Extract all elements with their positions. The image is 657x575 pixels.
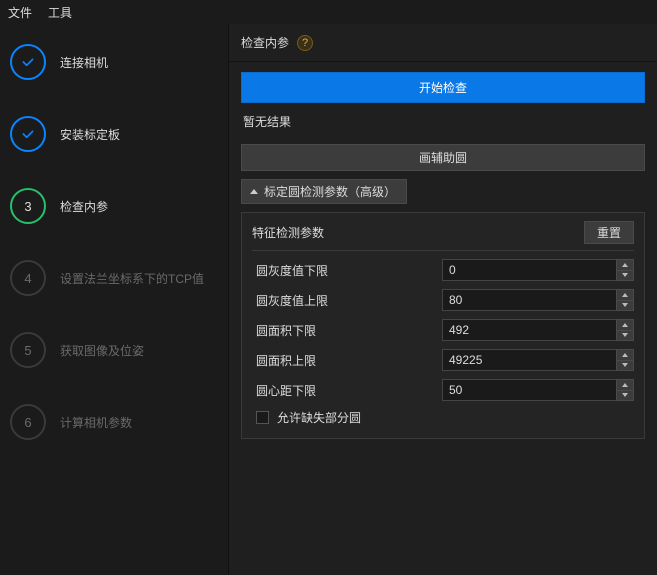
spinner (616, 349, 634, 371)
allow-missing-checkbox[interactable] (256, 411, 269, 424)
step-status-icon: 3 (10, 188, 46, 224)
step-label: 检查内参 (60, 198, 108, 215)
step-status-icon (10, 44, 46, 80)
param-row-area-min: 圆面积下限 (252, 319, 634, 341)
param-input[interactable] (442, 289, 616, 311)
check-icon (20, 126, 36, 142)
param-label: 圆灰度值下限 (252, 262, 432, 279)
step-up-button[interactable] (616, 349, 634, 361)
steps-sidebar: 连接相机 安装标定板 3 检查内参 4 设置法兰坐标系下的TCP值 5 获取图像… (0, 24, 229, 575)
step-set-tcp[interactable]: 4 设置法兰坐标系下的TCP值 (10, 260, 218, 296)
param-input-wrap (442, 259, 634, 281)
step-install-board[interactable]: 安装标定板 (10, 116, 218, 152)
step-capture[interactable]: 5 获取图像及位姿 (10, 332, 218, 368)
step-label: 安装标定板 (60, 126, 120, 143)
param-row-gray-min: 圆灰度值下限 (252, 259, 634, 281)
param-label: 圆心距下限 (252, 382, 432, 399)
param-input-wrap (442, 289, 634, 311)
step-down-button[interactable] (616, 361, 634, 372)
result-status: 暂无结果 (241, 111, 645, 136)
step-compute-params[interactable]: 6 计算相机参数 (10, 404, 218, 440)
param-row-gray-max: 圆灰度值上限 (252, 289, 634, 311)
step-up-button[interactable] (616, 259, 634, 271)
menu-file[interactable]: 文件 (8, 4, 32, 21)
caret-down-icon (622, 333, 628, 337)
caret-up-icon (622, 293, 628, 297)
main-split: 连接相机 安装标定板 3 检查内参 4 设置法兰坐标系下的TCP值 5 获取图像… (0, 24, 657, 575)
step-up-button[interactable] (616, 319, 634, 331)
help-icon[interactable]: ? (297, 35, 313, 51)
step-label: 获取图像及位姿 (60, 342, 144, 359)
param-input[interactable] (442, 319, 616, 341)
step-check-intrinsics[interactable]: 3 检查内参 (10, 188, 218, 224)
draw-aux-circle-button[interactable]: 画辅助圆 (241, 144, 645, 171)
step-down-button[interactable] (616, 331, 634, 342)
caret-down-icon (622, 273, 628, 277)
allow-missing-label: 允许缺失部分圆 (277, 409, 361, 426)
param-label: 圆面积下限 (252, 322, 432, 339)
caret-up-icon (622, 353, 628, 357)
step-status-icon (10, 116, 46, 152)
panel-body: 开始检查 暂无结果 画辅助圆 标定圆检测参数（高级） 特征检测参数 重置 圆灰度… (229, 62, 657, 449)
panel-header: 检查内参 ? (229, 24, 657, 59)
param-input-wrap (442, 349, 634, 371)
step-down-button[interactable] (616, 391, 634, 402)
caret-up-icon (622, 323, 628, 327)
step-status-icon: 5 (10, 332, 46, 368)
spinner (616, 259, 634, 281)
step-label: 计算相机参数 (60, 414, 132, 431)
param-label: 圆面积上限 (252, 352, 432, 369)
param-box: 特征检测参数 重置 圆灰度值下限 圆灰度值上限 (241, 212, 645, 439)
chevron-up-icon (250, 189, 258, 194)
step-label: 设置法兰坐标系下的TCP值 (60, 270, 204, 287)
param-box-header: 特征检测参数 重置 (252, 221, 634, 251)
allow-missing-row: 允许缺失部分圆 (252, 409, 634, 426)
menu-tools[interactable]: 工具 (48, 4, 72, 21)
calib-params-toggle[interactable]: 标定圆检测参数（高级） (241, 179, 407, 204)
step-down-button[interactable] (616, 301, 634, 312)
step-up-button[interactable] (616, 379, 634, 391)
step-up-button[interactable] (616, 289, 634, 301)
caret-up-icon (622, 383, 628, 387)
caret-down-icon (622, 303, 628, 307)
step-label: 连接相机 (60, 54, 108, 71)
step-down-button[interactable] (616, 271, 634, 282)
caret-up-icon (622, 263, 628, 267)
panel-title: 检查内参 (241, 34, 289, 51)
param-row-center-dist-min: 圆心距下限 (252, 379, 634, 401)
step-status-icon: 4 (10, 260, 46, 296)
param-input[interactable] (442, 379, 616, 401)
right-panel: 检查内参 ? 开始检查 暂无结果 画辅助圆 标定圆检测参数（高级） 特征检测参数… (229, 24, 657, 575)
check-icon (20, 54, 36, 70)
spinner (616, 379, 634, 401)
param-input[interactable] (442, 259, 616, 281)
param-input-wrap (442, 319, 634, 341)
param-input[interactable] (442, 349, 616, 371)
param-input-wrap (442, 379, 634, 401)
param-box-title: 特征检测参数 (252, 224, 324, 241)
param-row-area-max: 圆面积上限 (252, 349, 634, 371)
param-label: 圆灰度值上限 (252, 292, 432, 309)
caret-down-icon (622, 363, 628, 367)
menubar: 文件 工具 (0, 0, 657, 24)
spinner (616, 319, 634, 341)
spinner (616, 289, 634, 311)
reset-button[interactable]: 重置 (584, 221, 634, 244)
caret-down-icon (622, 393, 628, 397)
section-toggle-label: 标定圆检测参数（高级） (264, 183, 396, 200)
step-connect-camera[interactable]: 连接相机 (10, 44, 218, 80)
start-check-button[interactable]: 开始检查 (241, 72, 645, 103)
step-status-icon: 6 (10, 404, 46, 440)
